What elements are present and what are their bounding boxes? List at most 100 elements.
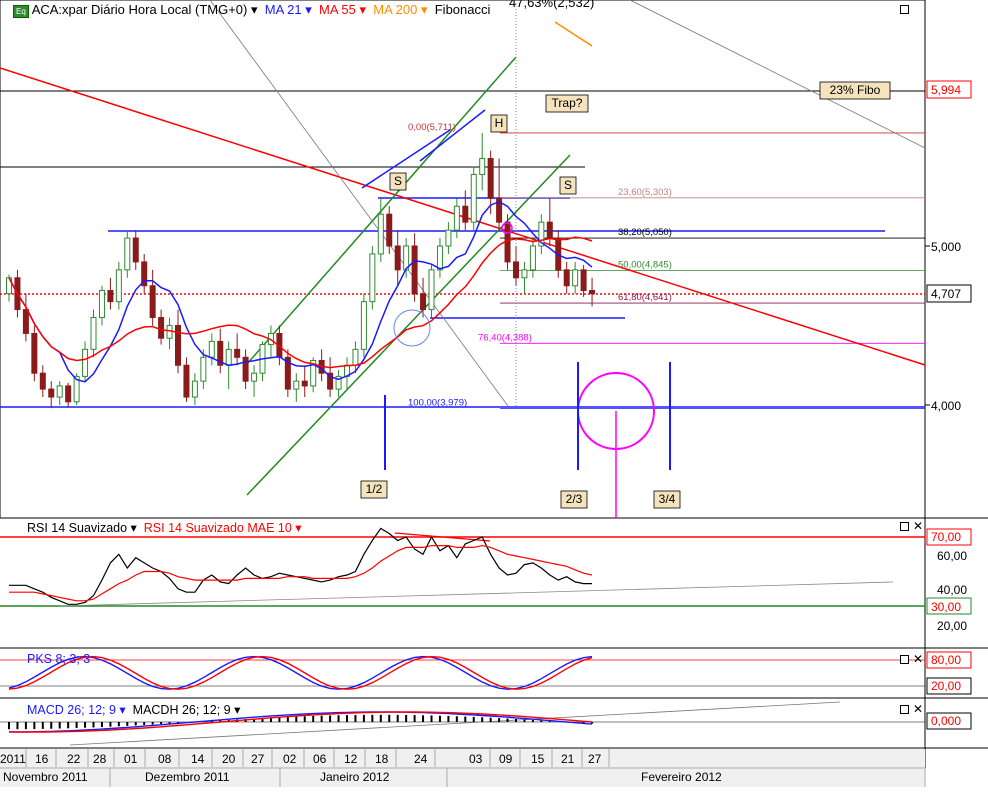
fib-diagonal (629, 0, 926, 149)
channel-top (419, 109, 486, 162)
symbol-dropdown-icon[interactable]: ▾ (251, 2, 258, 17)
fib-level-label: 100,00(3,979) (408, 397, 467, 408)
candle-body (124, 237, 131, 271)
shoulder-annotation: S (564, 178, 572, 192)
fib-diagonal (209, 0, 509, 407)
x-day-label: 27 (588, 752, 602, 766)
candle-body (98, 290, 105, 319)
candle-body (572, 269, 579, 287)
ma200-label[interactable]: MA 200 (373, 2, 417, 17)
candle-body (234, 348, 241, 358)
x-day-label: 28 (93, 752, 107, 766)
rsi-trendline (59, 581, 894, 607)
ma21-dropdown-icon[interactable]: ▾ (305, 2, 312, 17)
candle-body (191, 380, 198, 398)
macd-title[interactable]: MACD 26; 12; 9 (27, 703, 116, 717)
maximize-main-button[interactable] (900, 5, 909, 14)
x-day-label: 27 (251, 752, 265, 766)
candle-body (589, 290, 596, 295)
fibonacci-label[interactable]: Fibonacci (435, 2, 491, 17)
rsi-mae-title[interactable]: RSI 14 Suavizado MAE 10 (144, 521, 292, 535)
x-day-label: 2011 (0, 752, 26, 766)
pks-maximize-button[interactable] (900, 655, 909, 664)
candle-body (225, 348, 232, 366)
rsi-maximize-button[interactable] (900, 522, 909, 531)
fib-level-label: 23,60(5,303) (618, 187, 672, 198)
ma55-dropdown-icon[interactable]: ▾ (359, 2, 366, 17)
candle-body (115, 269, 122, 303)
x-month-label: Dezembro 2011 (145, 770, 230, 784)
candle-body (479, 158, 486, 175)
candle-body (31, 332, 38, 374)
fibo-price-label: 5,994 (931, 83, 961, 97)
x-day-label: 18 (375, 752, 389, 766)
pks-d-line (8, 655, 593, 690)
current-price-label: 4,707 (931, 287, 961, 301)
candle-body (487, 158, 494, 199)
candle-body (107, 290, 114, 303)
pks-upper-label: 80,00 (931, 653, 961, 667)
fib-level-label: 76,40(4,388) (478, 332, 532, 343)
x-day-label: 02 (283, 752, 297, 766)
candle-body (22, 309, 29, 334)
x-day-label: 06 (313, 752, 327, 766)
chart-svg[interactable]: 0,00(5,711)23,60(5,303)38,20(5,050)50,00… (0, 0, 988, 787)
candle-body (166, 325, 173, 339)
x-day-label: 24 (414, 752, 428, 766)
candle-body (462, 205, 469, 223)
macd-maximize-button[interactable] (900, 705, 909, 714)
candle-body (158, 317, 165, 339)
candle-body (513, 261, 519, 279)
candle-body (200, 356, 207, 382)
eq-badge: Eq (13, 5, 29, 18)
candle-body (208, 340, 215, 358)
candle-body (39, 372, 46, 390)
x-day-label: 09 (499, 752, 513, 766)
candle-body (386, 213, 393, 247)
x-day-label: 14 (191, 752, 205, 766)
candle-body (65, 385, 72, 403)
ma55-label[interactable]: MA 55 (319, 2, 356, 17)
rsi-title[interactable]: RSI 14 Suavizado (27, 521, 127, 535)
rsi-dropdown-icon[interactable]: ▾ (131, 521, 137, 535)
channel-line (246, 154, 571, 496)
candle-body (56, 385, 63, 398)
candle-body (149, 285, 156, 319)
candle-body (445, 229, 452, 247)
fib-level-label: 61,80(4,641) (618, 292, 672, 303)
rsi-mae-dropdown-icon[interactable]: ▾ (295, 521, 301, 535)
macdh-dropdown-icon[interactable]: ▾ (234, 703, 240, 717)
x-day-label: 15 (531, 752, 545, 766)
rsi-close-icon[interactable]: ✕ (913, 520, 923, 532)
candle-body (48, 388, 55, 398)
pks-title[interactable]: PKS 8; 3; 3 (27, 652, 90, 666)
fibo-extension-line (554, 21, 593, 47)
x-month-label: Janeiro 2012 (320, 770, 390, 784)
candle-body (377, 213, 384, 255)
candle-body (352, 348, 359, 366)
macd-close-icon[interactable]: ✕ (913, 703, 923, 715)
candle-body (411, 245, 418, 295)
rsi-header: RSI 14 Suavizado ▾ RSI 14 Suavizado MAE … (27, 520, 302, 535)
price-tick-label: 5,000 (931, 240, 961, 254)
macd-dropdown-icon[interactable]: ▾ (119, 703, 125, 717)
rsi-tick-label: 20,00 (937, 619, 967, 633)
candle-body (82, 348, 89, 377)
candle-body (293, 380, 300, 390)
wave-label: 3/4 (659, 492, 676, 506)
rsi-lower-label: 30,00 (931, 600, 961, 614)
x-day-label: 20 (222, 752, 236, 766)
ma200-dropdown-icon[interactable]: ▾ (421, 2, 428, 17)
candle-body (251, 372, 258, 382)
macdh-title[interactable]: MACDH 26; 12; 9 (133, 703, 231, 717)
x-day-label: 03 (469, 752, 483, 766)
symbol-title[interactable]: ACA:xpar Diário Hora Local (TMG+0) (32, 2, 248, 17)
candle-body (420, 293, 427, 311)
macd-header: MACD 26; 12; 9 ▾ MACDH 26; 12; 9 ▾ (27, 702, 240, 717)
rsi-tick-label: 40,00 (937, 583, 967, 597)
fibo-extension-label: 47,63%(2,532) (509, 0, 595, 10)
candle-body (453, 205, 460, 231)
pks-close-icon[interactable]: ✕ (913, 653, 923, 665)
ma21-label[interactable]: MA 21 (265, 2, 302, 17)
x-day-label: 21 (561, 752, 575, 766)
